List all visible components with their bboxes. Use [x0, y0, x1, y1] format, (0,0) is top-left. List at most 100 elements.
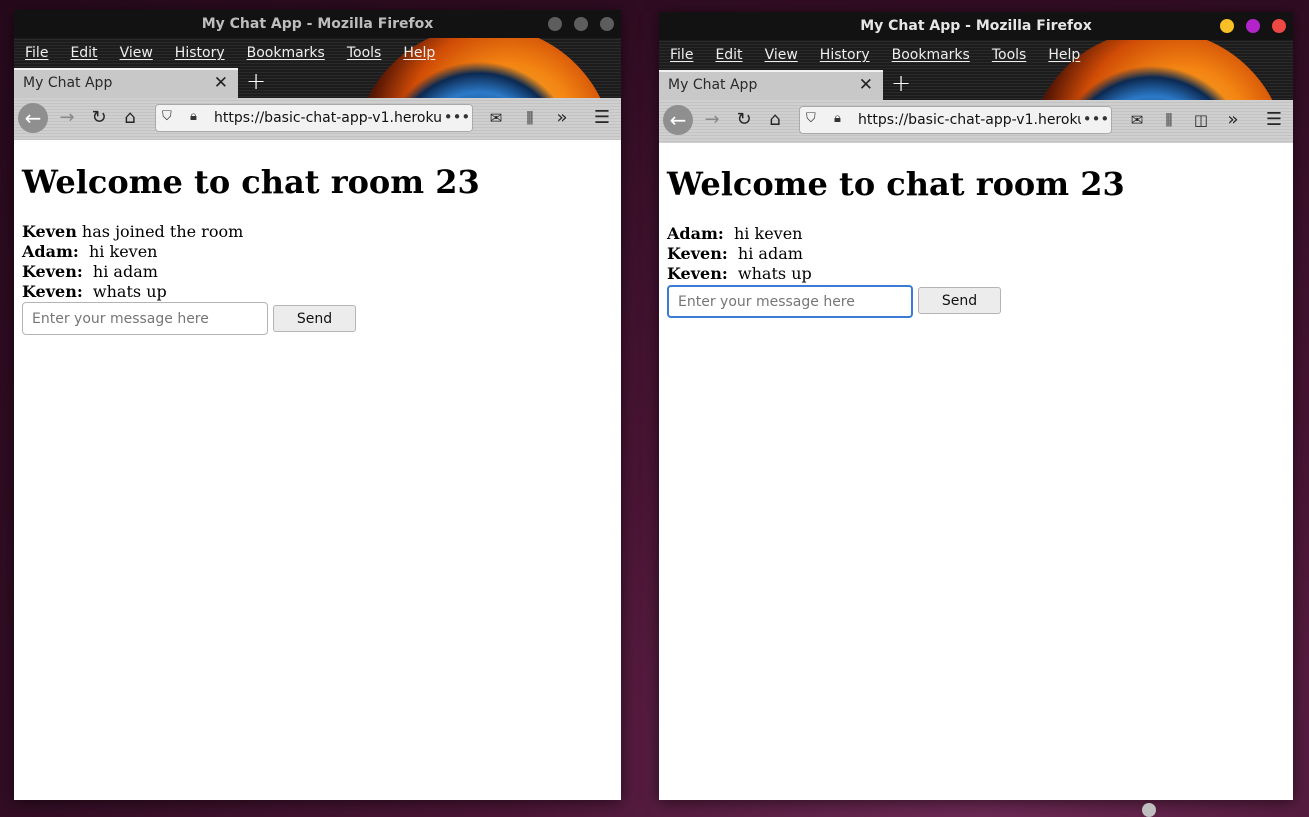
page-content: Welcome to chat room 23 Adam: hi keven K… [659, 143, 1293, 800]
home-icon[interactable]: ⌂ [118, 106, 142, 130]
navigation-toolbar: ← → ↻ ⌂ ⛉ 🔒︎ https://basic-chat-app-v1.h… [659, 100, 1293, 143]
tab-my-chat-app[interactable]: My Chat App ✕ [14, 68, 238, 98]
navigation-toolbar: ← → ↻ ⌂ ⛉ 🔒︎ https://basic-chat-app-v1.h… [14, 98, 621, 140]
sidebar-icon[interactable]: ◫ [1189, 108, 1213, 132]
url-text[interactable]: https://basic-chat-app-v1.herokuapp.com [214, 110, 472, 126]
page-heading: Welcome to chat room 23 [667, 165, 1125, 203]
send-button[interactable]: Send [918, 287, 1001, 314]
message-input[interactable] [667, 285, 913, 318]
home-icon[interactable]: ⌂ [763, 108, 787, 132]
library-icon[interactable]: ⫼ [1157, 108, 1181, 132]
hamburger-menu-icon[interactable]: ☰ [1262, 108, 1286, 132]
close-window-button[interactable] [1272, 19, 1286, 33]
url-bar[interactable]: ⛉ 🔒︎ https://basic-chat-app-v1.herokuapp… [799, 106, 1112, 134]
message-sender: Adam: [22, 242, 79, 261]
message-item: Keven has joined the room [22, 222, 243, 242]
url-text[interactable]: https://basic-chat-app-v1.herokuapp.com [858, 112, 1111, 128]
message-text: hi adam [727, 244, 803, 263]
shield-icon[interactable]: ⛉ [162, 109, 172, 124]
ellipsis-icon[interactable]: ••• [442, 105, 472, 131]
message-list: Adam: hi keven Keven: hi adam Keven: wha… [667, 224, 812, 284]
message-sender: Keven: [667, 244, 728, 263]
page-content: Welcome to chat room 23 Keven has joined… [14, 140, 621, 800]
page-heading: Welcome to chat room 23 [22, 163, 480, 201]
message-sender: Keven: [22, 282, 83, 301]
message-item: Adam: hi keven [667, 224, 812, 244]
close-tab-icon[interactable]: ✕ [859, 75, 873, 95]
arrow-left-icon[interactable]: ← [663, 105, 693, 135]
maximize-button[interactable] [574, 17, 588, 31]
window-title: My Chat App - Mozilla Firefox [860, 18, 1092, 34]
browser-chrome: My Chat App - Mozilla Firefox File Edit … [659, 12, 1293, 143]
close-window-button[interactable] [600, 17, 614, 31]
menu-view[interactable]: View [120, 45, 153, 61]
tab-bar: My Chat App ✕ + [659, 69, 1293, 100]
desktop-indicator-dot [1142, 803, 1156, 817]
maximize-button[interactable] [1246, 19, 1260, 33]
tab-title: My Chat App [668, 77, 758, 93]
tab-title: My Chat App [23, 75, 113, 91]
menu-file[interactable]: File [25, 45, 48, 61]
shield-icon[interactable]: ⛉ [806, 111, 816, 126]
message-text: hi keven [78, 242, 158, 261]
message-item: Keven: whats up [667, 264, 812, 284]
message-input[interactable] [22, 302, 268, 335]
browser-chrome: My Chat App - Mozilla Firefox File Edit … [14, 10, 621, 140]
chevrons-right-icon[interactable]: » [550, 106, 574, 130]
menu-bookmarks[interactable]: Bookmarks [247, 45, 325, 61]
url-bar[interactable]: ⛉ 🔒︎ https://basic-chat-app-v1.herokuapp… [155, 104, 473, 132]
firefox-window-left: My Chat App - Mozilla Firefox File Edit … [14, 10, 621, 800]
message-text: hi keven [723, 224, 803, 243]
new-tab-icon[interactable]: + [246, 67, 266, 95]
arrow-right-icon[interactable]: → [55, 106, 79, 130]
window-titlebar: My Chat App - Mozilla Firefox [14, 10, 621, 38]
new-tab-icon[interactable]: + [891, 69, 911, 97]
message-text: hi adam [82, 262, 158, 281]
close-tab-icon[interactable]: ✕ [214, 73, 228, 93]
arrow-right-icon[interactable]: → [700, 108, 724, 132]
lock-icon[interactable]: 🔒︎ [834, 111, 841, 126]
minimize-button[interactable] [548, 17, 562, 31]
menu-help[interactable]: Help [1048, 47, 1080, 63]
menu-help[interactable]: Help [403, 45, 435, 61]
message-text: has joined the room [76, 222, 244, 241]
ellipsis-icon[interactable]: ••• [1081, 107, 1111, 133]
library-icon[interactable]: ⫼ [518, 106, 542, 130]
message-text: whats up [727, 264, 812, 283]
send-button[interactable]: Send [273, 305, 356, 332]
message-item: Adam: hi keven [22, 242, 243, 262]
window-titlebar: My Chat App - Mozilla Firefox [659, 12, 1293, 40]
tab-bar: My Chat App ✕ + [14, 67, 621, 98]
menu-bar: File Edit View History Bookmarks Tools H… [14, 38, 621, 68]
menu-file[interactable]: File [670, 47, 693, 63]
mail-icon[interactable]: ✉ [1125, 108, 1149, 132]
message-sender: Keven: [667, 264, 728, 283]
chevrons-right-icon[interactable]: » [1221, 108, 1245, 132]
menu-history[interactable]: History [175, 45, 225, 61]
firefox-window-right: My Chat App - Mozilla Firefox File Edit … [659, 12, 1293, 800]
message-sender: Keven [22, 222, 77, 241]
arrow-left-icon[interactable]: ← [18, 103, 48, 133]
message-text: whats up [82, 282, 167, 301]
menu-edit[interactable]: Edit [715, 47, 742, 63]
message-sender: Adam: [667, 224, 724, 243]
menu-tools[interactable]: Tools [347, 45, 382, 61]
menu-edit[interactable]: Edit [70, 45, 97, 61]
minimize-button[interactable] [1220, 19, 1234, 33]
message-item: Keven: hi adam [22, 262, 243, 282]
menu-bookmarks[interactable]: Bookmarks [892, 47, 970, 63]
message-sender: Keven: [22, 262, 83, 281]
menu-history[interactable]: History [820, 47, 870, 63]
message-list: Keven has joined the room Adam: hi keven… [22, 222, 243, 302]
hamburger-menu-icon[interactable]: ☰ [590, 106, 614, 130]
menu-view[interactable]: View [765, 47, 798, 63]
lock-icon[interactable]: 🔒︎ [190, 109, 197, 124]
reload-icon[interactable]: ↻ [732, 108, 756, 132]
tab-my-chat-app[interactable]: My Chat App ✕ [659, 70, 883, 100]
window-title: My Chat App - Mozilla Firefox [201, 16, 434, 32]
reload-icon[interactable]: ↻ [87, 106, 111, 130]
mail-icon[interactable]: ✉ [484, 106, 508, 130]
message-item: Keven: whats up [22, 282, 243, 302]
message-item: Keven: hi adam [667, 244, 812, 264]
menu-tools[interactable]: Tools [992, 47, 1027, 63]
